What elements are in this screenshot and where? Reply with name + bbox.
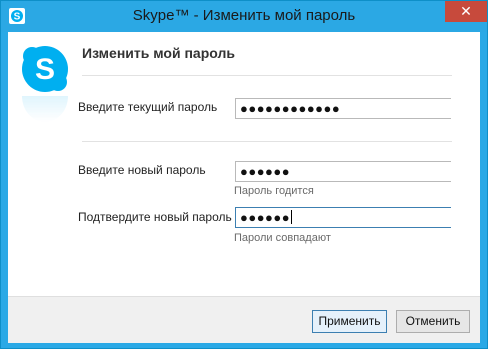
dialog-body: S Изменить мой пароль Введите текущий па… [8, 32, 480, 343]
new-password-hint: Пароль годится [234, 185, 314, 197]
title-bar[interactable]: S Skype™ - Изменить мой пароль ✕ [1, 1, 487, 32]
confirm-password-input[interactable]: ●●●●●● [235, 207, 451, 228]
button-bar: Применить Отменить [8, 296, 480, 343]
change-password-window: S Skype™ - Изменить мой пароль ✕ S Измен… [0, 0, 488, 349]
new-password-input[interactable]: ●●●●●● [235, 161, 451, 182]
header-divider [82, 75, 452, 76]
confirm-password-hint: Пароли совпадают [234, 232, 331, 244]
dialog-heading: Изменить мой пароль [82, 45, 235, 61]
section-divider [82, 141, 452, 142]
apply-button[interactable]: Применить [312, 310, 387, 333]
current-password-label: Введите текущий пароль [78, 100, 218, 114]
text-caret [291, 210, 293, 224]
confirm-password-value: ●●●●●● [240, 210, 291, 225]
confirm-password-label: Подтвердите новый пароль [78, 210, 232, 224]
cancel-button[interactable]: Отменить [396, 310, 470, 333]
logo-reflection [22, 96, 68, 122]
window-title: Skype™ - Изменить мой пароль [132, 7, 356, 24]
close-icon: ✕ [460, 3, 472, 19]
current-password-input[interactable]: ●●●●●●●●●●●● [235, 98, 451, 119]
svg-text:S: S [35, 53, 55, 86]
new-password-label: Введите новый пароль [78, 163, 206, 177]
close-button[interactable]: ✕ [445, 1, 487, 22]
skype-logo-icon: S [22, 46, 68, 92]
